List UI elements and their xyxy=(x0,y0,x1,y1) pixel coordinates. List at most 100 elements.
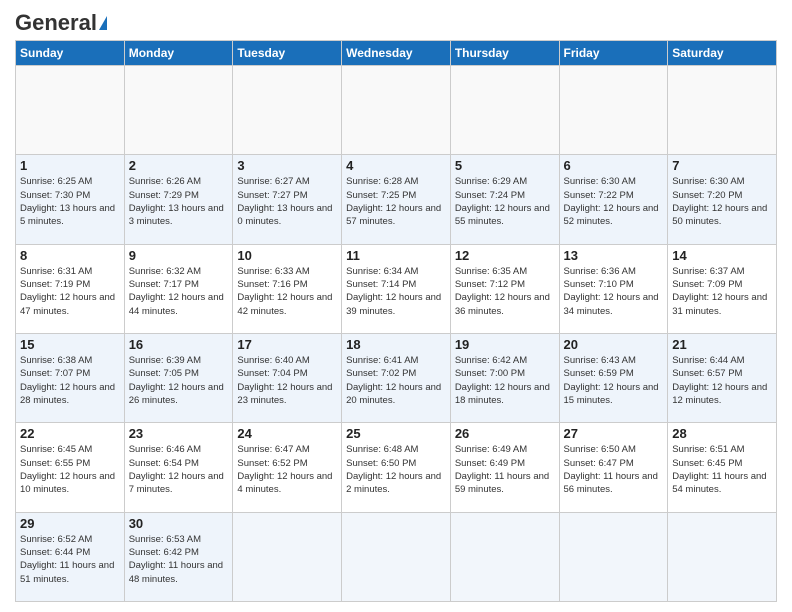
day-number: 15 xyxy=(20,337,120,352)
col-friday: Friday xyxy=(559,41,668,66)
day-number: 25 xyxy=(346,426,446,441)
table-row xyxy=(233,66,342,155)
day-number: 24 xyxy=(237,426,337,441)
table-row: 8 Sunrise: 6:31 AMSunset: 7:19 PMDaylight… xyxy=(16,244,125,333)
table-row: 21 Sunrise: 6:44 AMSunset: 6:57 PMDayligh… xyxy=(668,333,777,422)
day-number: 8 xyxy=(20,248,120,263)
table-row: 1 Sunrise: 6:25 AMSunset: 7:30 PMDaylight… xyxy=(16,155,125,244)
table-row: 30Sunrise: 6:53 AMSunset: 6:42 PMDayligh… xyxy=(124,512,233,601)
table-row xyxy=(342,66,451,155)
table-row: 12Sunrise: 6:35 AMSunset: 7:12 PMDayligh… xyxy=(450,244,559,333)
table-row: 6 Sunrise: 6:30 AMSunset: 7:22 PMDaylight… xyxy=(559,155,668,244)
day-number: 13 xyxy=(564,248,664,263)
day-number: 30 xyxy=(129,516,229,531)
calendar-row xyxy=(16,66,777,155)
day-info: Sunrise: 6:47 AMSunset: 6:52 PMDaylight:… xyxy=(237,443,337,496)
logo-triangle-icon xyxy=(99,16,107,30)
day-info: Sunrise: 6:36 AMSunset: 7:10 PMDaylight:… xyxy=(564,265,664,318)
calendar-row: 22 Sunrise: 6:45 AMSunset: 6:55 PMDayligh… xyxy=(16,423,777,512)
day-number: 17 xyxy=(237,337,337,352)
day-number: 20 xyxy=(564,337,664,352)
day-number: 6 xyxy=(564,158,664,173)
table-row: 9 Sunrise: 6:32 AMSunset: 7:17 PMDaylight… xyxy=(124,244,233,333)
day-info: Sunrise: 6:32 AMSunset: 7:17 PMDaylight:… xyxy=(129,265,229,318)
table-row: 28 Sunrise: 6:51 AMSunset: 6:45 PMDayligh… xyxy=(668,423,777,512)
table-row: 14 Sunrise: 6:37 AMSunset: 7:09 PMDayligh… xyxy=(668,244,777,333)
day-number: 1 xyxy=(20,158,120,173)
table-row xyxy=(668,66,777,155)
page: General Sunday Monday Tuesday Wednesday … xyxy=(0,0,792,612)
day-info: Sunrise: 6:34 AMSunset: 7:14 PMDaylight:… xyxy=(346,265,446,318)
table-row: 17 Sunrise: 6:40 AMSunset: 7:04 PMDayligh… xyxy=(233,333,342,422)
table-row: 11 Sunrise: 6:34 AMSunset: 7:14 PMDayligh… xyxy=(342,244,451,333)
table-row xyxy=(450,512,559,601)
day-info: Sunrise: 6:43 AMSunset: 6:59 PMDaylight:… xyxy=(564,354,664,407)
day-number: 19 xyxy=(455,337,555,352)
day-number: 14 xyxy=(672,248,772,263)
day-number: 16 xyxy=(129,337,229,352)
day-info: Sunrise: 6:25 AMSunset: 7:30 PMDaylight:… xyxy=(20,175,120,228)
header: General xyxy=(15,10,777,32)
table-row: 7Sunrise: 6:30 AMSunset: 7:20 PMDaylight… xyxy=(668,155,777,244)
col-thursday: Thursday xyxy=(450,41,559,66)
header-row: Sunday Monday Tuesday Wednesday Thursday… xyxy=(16,41,777,66)
day-info: Sunrise: 6:50 AMSunset: 6:47 PMDaylight:… xyxy=(564,443,664,496)
day-info: Sunrise: 6:26 AMSunset: 7:29 PMDaylight:… xyxy=(129,175,229,228)
table-row xyxy=(16,66,125,155)
table-row: 4 Sunrise: 6:28 AMSunset: 7:25 PMDaylight… xyxy=(342,155,451,244)
day-info: Sunrise: 6:39 AMSunset: 7:05 PMDaylight:… xyxy=(129,354,229,407)
day-info: Sunrise: 6:40 AMSunset: 7:04 PMDaylight:… xyxy=(237,354,337,407)
calendar-row: 8 Sunrise: 6:31 AMSunset: 7:19 PMDaylight… xyxy=(16,244,777,333)
day-info: Sunrise: 6:27 AMSunset: 7:27 PMDaylight:… xyxy=(237,175,337,228)
table-row: 27Sunrise: 6:50 AMSunset: 6:47 PMDayligh… xyxy=(559,423,668,512)
table-row: 18 Sunrise: 6:41 AMSunset: 7:02 PMDayligh… xyxy=(342,333,451,422)
day-number: 9 xyxy=(129,248,229,263)
day-info: Sunrise: 6:42 AMSunset: 7:00 PMDaylight:… xyxy=(455,354,555,407)
day-info: Sunrise: 6:31 AMSunset: 7:19 PMDaylight:… xyxy=(20,265,120,318)
table-row: 3Sunrise: 6:27 AMSunset: 7:27 PMDaylight… xyxy=(233,155,342,244)
logo: General xyxy=(15,10,107,32)
calendar-row: 1 Sunrise: 6:25 AMSunset: 7:30 PMDaylight… xyxy=(16,155,777,244)
day-number: 4 xyxy=(346,158,446,173)
day-info: Sunrise: 6:33 AMSunset: 7:16 PMDaylight:… xyxy=(237,265,337,318)
table-row: 19 Sunrise: 6:42 AMSunset: 7:00 PMDayligh… xyxy=(450,333,559,422)
col-tuesday: Tuesday xyxy=(233,41,342,66)
day-number: 11 xyxy=(346,248,446,263)
day-number: 21 xyxy=(672,337,772,352)
day-info: Sunrise: 6:44 AMSunset: 6:57 PMDaylight:… xyxy=(672,354,772,407)
day-number: 10 xyxy=(237,248,337,263)
table-row: 29Sunrise: 6:52 AMSunset: 6:44 PMDayligh… xyxy=(16,512,125,601)
day-info: Sunrise: 6:45 AMSunset: 6:55 PMDaylight:… xyxy=(20,443,120,496)
table-row: 13 Sunrise: 6:36 AMSunset: 7:10 PMDayligh… xyxy=(559,244,668,333)
day-number: 7 xyxy=(672,158,772,173)
day-number: 22 xyxy=(20,426,120,441)
day-info: Sunrise: 6:30 AMSunset: 7:22 PMDaylight:… xyxy=(564,175,664,228)
day-number: 29 xyxy=(20,516,120,531)
calendar-table: Sunday Monday Tuesday Wednesday Thursday… xyxy=(15,40,777,602)
day-info: Sunrise: 6:51 AMSunset: 6:45 PMDaylight:… xyxy=(672,443,772,496)
day-info: Sunrise: 6:48 AMSunset: 6:50 PMDaylight:… xyxy=(346,443,446,496)
table-row xyxy=(342,512,451,601)
table-row: 23Sunrise: 6:46 AMSunset: 6:54 PMDayligh… xyxy=(124,423,233,512)
table-row xyxy=(559,512,668,601)
table-row: 5Sunrise: 6:29 AMSunset: 7:24 PMDaylight… xyxy=(450,155,559,244)
table-row: 25 Sunrise: 6:48 AMSunset: 6:50 PMDayligh… xyxy=(342,423,451,512)
day-info: Sunrise: 6:29 AMSunset: 7:24 PMDaylight:… xyxy=(455,175,555,228)
day-info: Sunrise: 6:28 AMSunset: 7:25 PMDaylight:… xyxy=(346,175,446,228)
table-row xyxy=(233,512,342,601)
day-number: 28 xyxy=(672,426,772,441)
day-info: Sunrise: 6:37 AMSunset: 7:09 PMDaylight:… xyxy=(672,265,772,318)
table-row: 22 Sunrise: 6:45 AMSunset: 6:55 PMDayligh… xyxy=(16,423,125,512)
day-info: Sunrise: 6:41 AMSunset: 7:02 PMDaylight:… xyxy=(346,354,446,407)
logo-general: General xyxy=(15,10,97,36)
table-row xyxy=(124,66,233,155)
calendar-row: 15Sunrise: 6:38 AMSunset: 7:07 PMDayligh… xyxy=(16,333,777,422)
table-row xyxy=(559,66,668,155)
table-row: 2Sunrise: 6:26 AMSunset: 7:29 PMDaylight… xyxy=(124,155,233,244)
table-row: 10 Sunrise: 6:33 AMSunset: 7:16 PMDayligh… xyxy=(233,244,342,333)
day-number: 18 xyxy=(346,337,446,352)
table-row: 26Sunrise: 6:49 AMSunset: 6:49 PMDayligh… xyxy=(450,423,559,512)
table-row xyxy=(668,512,777,601)
table-row: 15Sunrise: 6:38 AMSunset: 7:07 PMDayligh… xyxy=(16,333,125,422)
day-number: 26 xyxy=(455,426,555,441)
